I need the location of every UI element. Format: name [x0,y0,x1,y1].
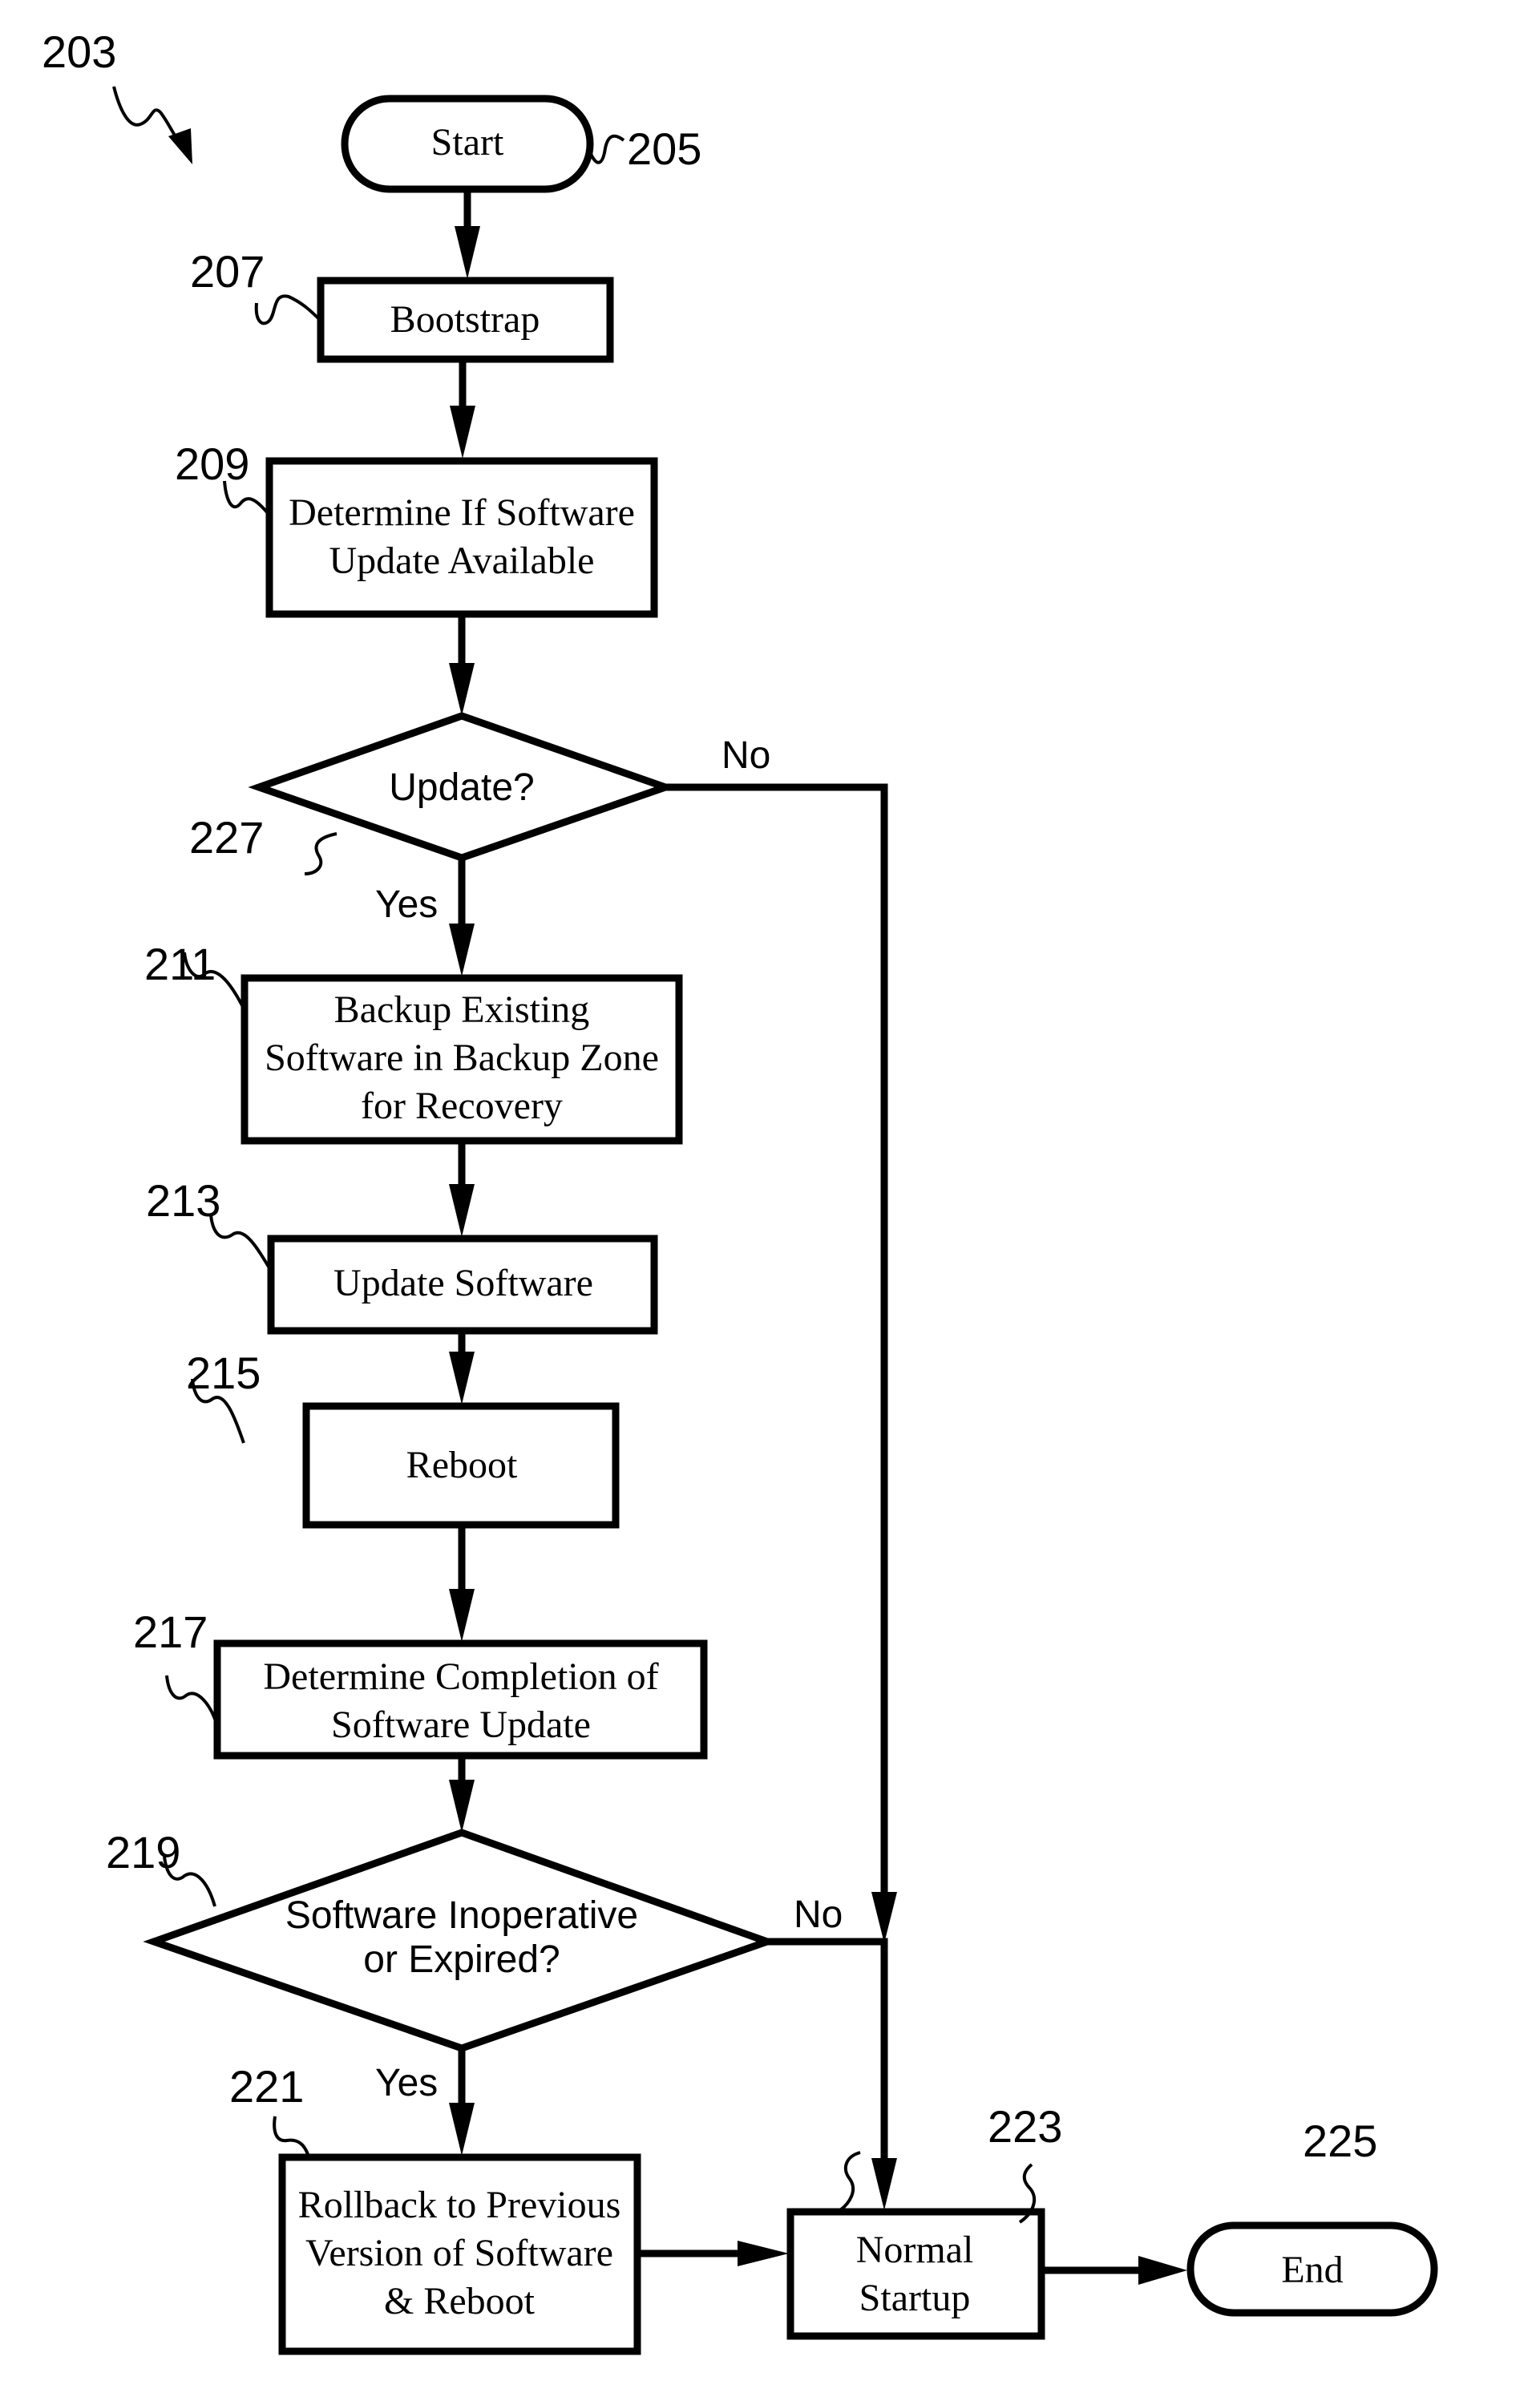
ref-leader [839,2151,861,2212]
node-determine-completion: Determine Completion of Software Update … [133,1607,708,1760]
node-label-line: Version of Software [305,2232,613,2274]
arrow-icon [455,226,480,279]
ref-leader [254,294,322,325]
ref-leader [304,832,338,875]
arrow-icon [449,1184,475,1237]
node-label-line: Determine Completion of [263,1655,658,1698]
node-normal-startup: Normal Startup 223 [786,2101,1062,2340]
node-label-line: & Reboot [384,2280,536,2322]
node-start: Start 205 [341,95,701,193]
node-label-line: Update Available [329,540,595,582]
edge-label-no: No [721,734,770,777]
arrow-icon [871,1892,897,1943]
edge-label-no: No [794,1894,843,1936]
arrow-icon [449,663,475,716]
node-update-decision: Update? 227 [189,712,677,875]
edge-inoperative-no [767,1938,888,2173]
ref-leader [165,1675,218,1724]
node-label: Update Software [333,1262,593,1304]
node-label-line: for Recovery [361,1085,563,1127]
node-determine-update: Determine If Software Update Available 2… [175,439,658,618]
ref-leader [588,134,625,164]
arrow-icon [871,2158,897,2210]
node-label-line: or Expired? [363,1938,560,1981]
ref-number: 227 [189,812,264,863]
arrow-icon [738,2241,789,2266]
arrow-icon [449,924,475,976]
ref-number: 215 [186,1348,261,1398]
arrow-icon [450,406,475,459]
node-update-software: Update Software 213 [146,1175,658,1335]
node-label: Start [431,121,504,164]
node-label-line: Rollback to Previous [298,2184,621,2226]
figure-ref-label: 203 [42,26,116,77]
ref-number: 207 [190,246,265,297]
node-label-line: Determine If Software [289,491,635,534]
node-label-line: Software Update [331,1704,591,1746]
node-label: Bootstrap [390,298,540,341]
node-rollback: Rollback to Previous Version of Software… [229,2061,641,2355]
ref-number: 221 [229,2061,304,2112]
node-label-line: Startup [859,2277,971,2319]
ref-leader [273,2116,310,2157]
node-label: End [1281,2249,1343,2291]
node-bootstrap: Bootstrap 207 [190,246,614,363]
arrow-icon [449,1780,475,1833]
node-label: Update? [389,766,534,809]
node-reboot: Reboot 215 [186,1348,620,1529]
ref-number: 219 [106,1827,180,1878]
node-label-line: Normal [856,2229,974,2271]
edge-label-yes: Yes [375,2062,438,2104]
arrow-icon [1138,2256,1187,2285]
node-label-line: Backup Existing [334,988,590,1031]
arrow-icon [449,2103,475,2156]
node-end: End 225 [1018,2116,1438,2317]
arrow-icon [449,1352,475,1405]
ref-number: 209 [175,439,249,489]
flowchart: 203 No Yes No Yes Start 205 Bootstrap 20… [42,26,1438,2355]
ref-number: 225 [1303,2116,1377,2166]
arrow-icon [449,1589,475,1642]
node-label-line: Software Inoperative [285,1894,638,1937]
process-box [265,457,658,618]
node-backup: Backup Existing Software in Backup Zone … [144,939,683,1145]
edge-label-yes: Yes [375,883,438,926]
ref-number: 205 [627,123,701,174]
ref-number: 213 [146,1175,220,1226]
node-inoperative-decision: Software Inoperative or Expired? 219 [106,1827,778,2052]
node-label: Reboot [406,1444,518,1486]
ref-number: 217 [133,1607,208,1657]
ref-number: 211 [144,939,216,989]
node-label-line: Software in Backup Zone [265,1037,659,1079]
ref-number: 223 [988,2101,1062,2152]
